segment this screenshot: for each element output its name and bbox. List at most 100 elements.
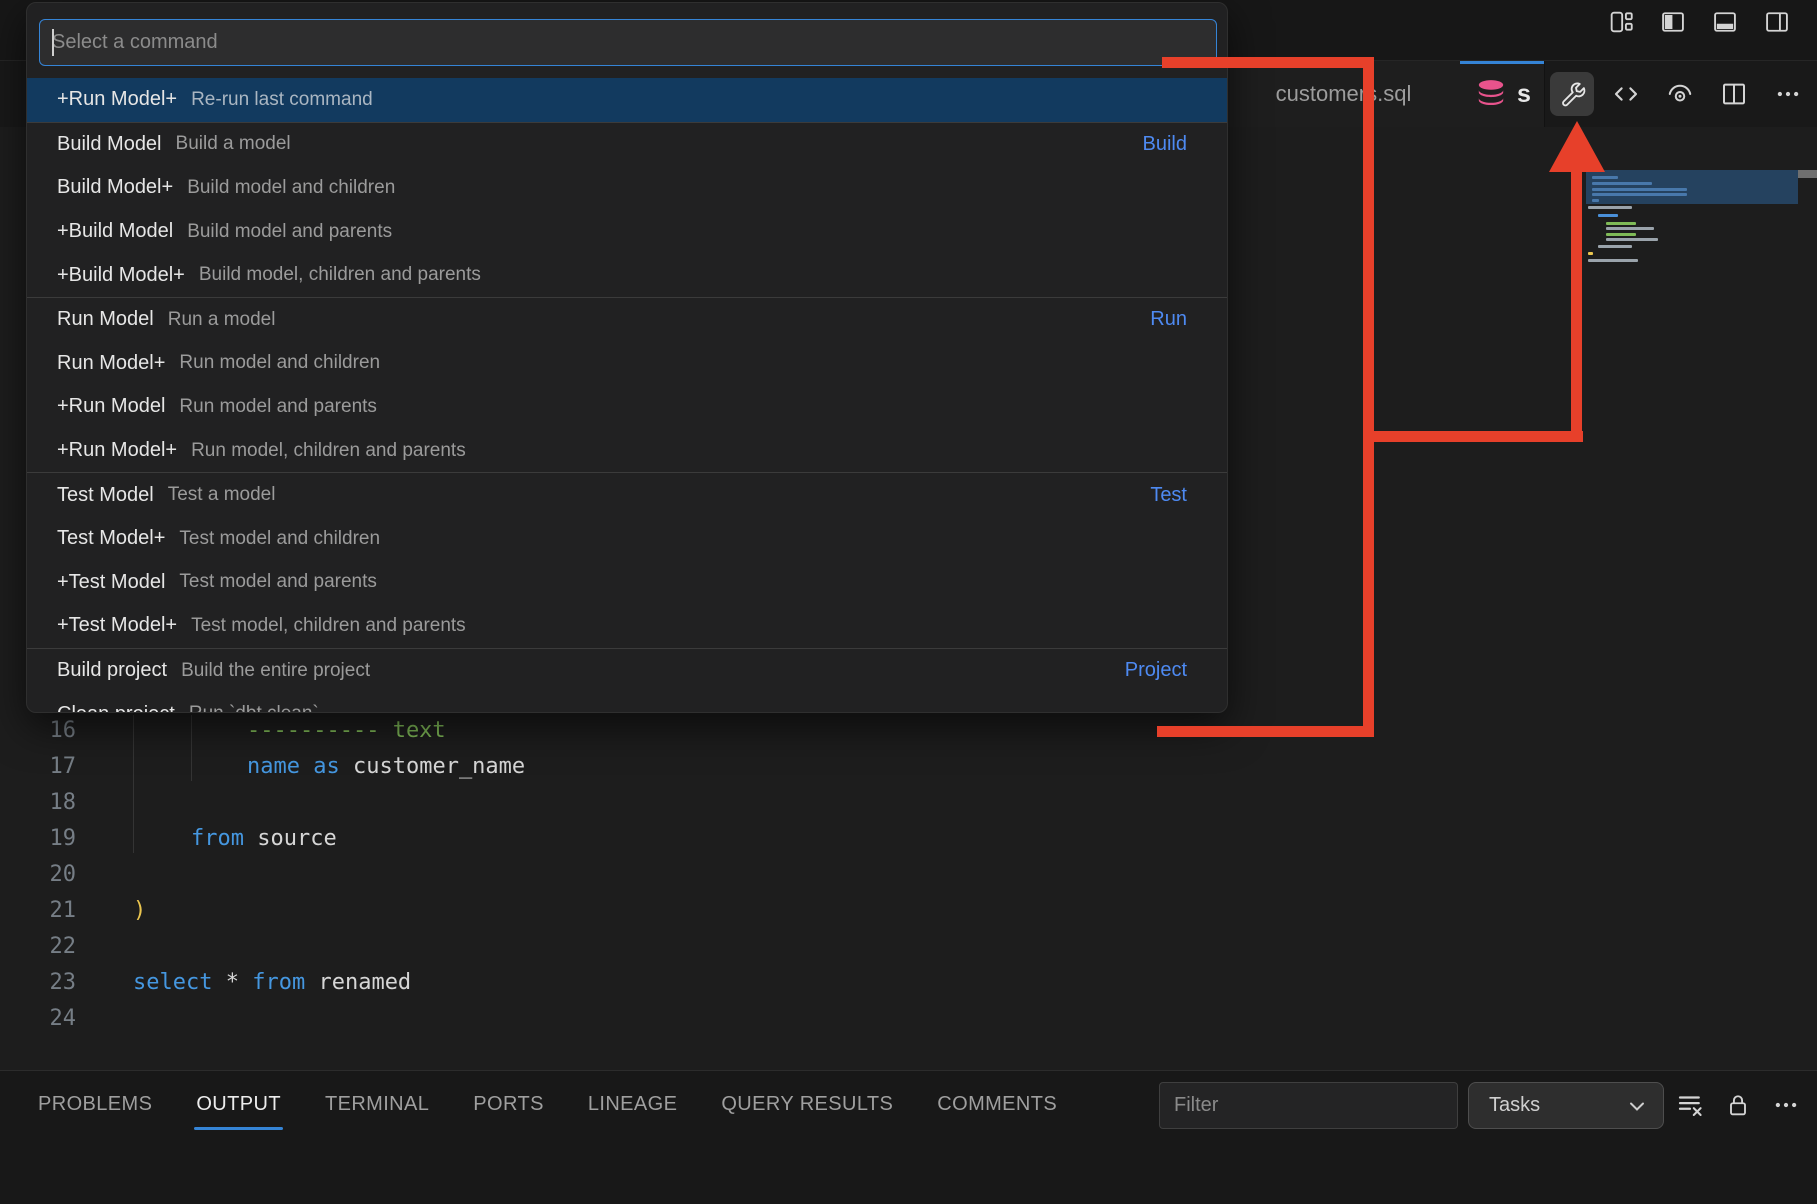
code-token: customer_name bbox=[340, 754, 525, 779]
line-number: 16 bbox=[0, 713, 76, 749]
line-number: 18 bbox=[0, 785, 76, 821]
panel-tab-output[interactable]: OUTPUT bbox=[196, 1093, 281, 1130]
minimap-line bbox=[1606, 233, 1636, 236]
panel-tab-lineage[interactable]: LINEAGE bbox=[588, 1093, 678, 1130]
tab-label-clipped: s bbox=[1517, 80, 1531, 109]
code-line: 18 bbox=[0, 785, 1100, 821]
panel-tab-problems[interactable]: PROBLEMS bbox=[38, 1093, 152, 1130]
command-item[interactable]: +Run Model+ Run model, children and paren… bbox=[27, 429, 1227, 473]
line-number: 17 bbox=[0, 749, 76, 785]
tab-active-sql-file[interactable]: s bbox=[1460, 61, 1545, 127]
command-group-badge: Run bbox=[1150, 308, 1187, 331]
command-description: Test model and children bbox=[179, 528, 380, 550]
tasks-label: Tasks bbox=[1489, 1094, 1625, 1117]
command-description: Test model, children and parents bbox=[191, 615, 466, 637]
command-item[interactable]: +Run Model Run model and parents bbox=[27, 385, 1227, 429]
command-description: Run model and children bbox=[179, 352, 380, 374]
filter-input[interactable] bbox=[1159, 1082, 1458, 1129]
command-description: Build model and parents bbox=[187, 221, 392, 243]
command-item[interactable]: +Build ModelBuild model and parents bbox=[27, 210, 1227, 254]
command-item[interactable]: Test Model+Test model and children bbox=[27, 517, 1227, 561]
command-description: Build model, children and parents bbox=[199, 264, 481, 286]
line-number: 21 bbox=[0, 893, 76, 929]
code-line: 23select * from renamed bbox=[0, 965, 1100, 1001]
panel-tab-query-results[interactable]: QUERY RESULTS bbox=[721, 1093, 893, 1130]
minimap-line bbox=[1598, 245, 1632, 248]
customize-layout-icon[interactable] bbox=[1607, 8, 1635, 36]
code-token bbox=[212, 970, 225, 995]
command-group-badge: Project bbox=[1125, 659, 1187, 682]
tasks-dropdown[interactable]: Tasks bbox=[1468, 1082, 1664, 1129]
code-text: ) bbox=[133, 893, 146, 929]
wrench-button[interactable] bbox=[1550, 72, 1594, 116]
command-item[interactable]: Clean projectRun `dbt clean` bbox=[27, 692, 1227, 713]
code-token: from bbox=[252, 970, 305, 995]
code-button[interactable] bbox=[1604, 72, 1648, 116]
command-description: Build model and children bbox=[187, 177, 395, 199]
more-actions-icon bbox=[1773, 79, 1803, 109]
minimap-line bbox=[1588, 252, 1593, 255]
command-label: Run Model+ bbox=[57, 352, 165, 375]
panel-tab-comments[interactable]: COMMENTS bbox=[937, 1093, 1057, 1130]
command-item[interactable]: +Test Model+Test model, children and par… bbox=[27, 604, 1227, 648]
command-label: +Run Model bbox=[57, 395, 165, 418]
code-text: ---------- text bbox=[247, 713, 446, 749]
code-line: 20 bbox=[0, 857, 1100, 893]
lock-icon[interactable] bbox=[1720, 1085, 1756, 1125]
command-label: Run Model bbox=[57, 308, 154, 331]
more-actions-icon[interactable] bbox=[1768, 1085, 1804, 1125]
command-description: Run model, children and parents bbox=[191, 440, 466, 462]
command-item[interactable]: Build Model+ Build model and children bbox=[27, 166, 1227, 210]
editor-actions-toolbar bbox=[1544, 61, 1810, 127]
code-token bbox=[300, 754, 313, 779]
command-item[interactable]: +Test Model Test model and parents bbox=[27, 561, 1227, 605]
preview-button[interactable] bbox=[1658, 72, 1702, 116]
clear-output-icon[interactable] bbox=[1672, 1085, 1708, 1125]
command-description: Test a model bbox=[168, 484, 276, 506]
minimap-line bbox=[1592, 193, 1687, 196]
command-item[interactable]: Test ModelTest a modelTest bbox=[27, 473, 1227, 517]
code-token: name bbox=[247, 754, 300, 779]
command-list: +Run Model+Re-run last commandBuild Mode… bbox=[27, 78, 1227, 713]
command-description: Test model and parents bbox=[179, 571, 377, 593]
tab-customers-sql[interactable]: customers.sql bbox=[1227, 61, 1461, 127]
command-description: Run model and parents bbox=[179, 396, 377, 418]
command-label: +Test Model bbox=[57, 571, 165, 594]
command-item[interactable]: Run Model+ Run model and children bbox=[27, 342, 1227, 386]
code-token: select bbox=[133, 970, 212, 995]
command-item[interactable]: +Run Model+Re-run last command bbox=[27, 78, 1227, 122]
command-input[interactable] bbox=[39, 19, 1217, 66]
code-icon bbox=[1609, 79, 1643, 109]
line-number: 23 bbox=[0, 965, 76, 1001]
code-token: ) bbox=[133, 898, 146, 923]
panel-tab-terminal[interactable]: TERMINAL bbox=[325, 1093, 429, 1130]
command-label: Build project bbox=[57, 659, 167, 682]
toggle-panel-icon[interactable] bbox=[1711, 8, 1739, 36]
command-description: Build a model bbox=[176, 133, 291, 155]
text-caret bbox=[52, 29, 54, 56]
command-label: Build Model+ bbox=[57, 176, 173, 199]
command-label: +Run Model+ bbox=[57, 439, 177, 462]
annotation-arrow-bottom-segment bbox=[1157, 726, 1374, 737]
command-item[interactable]: +Build Model+Build model, children and p… bbox=[27, 253, 1227, 297]
command-label: Clean project bbox=[57, 703, 175, 713]
command-item[interactable]: Build projectBuild the entire projectPro… bbox=[27, 649, 1227, 693]
panel-tab-ports[interactable]: PORTS bbox=[473, 1093, 544, 1130]
command-item[interactable]: Run Model Run a model Run bbox=[27, 298, 1227, 342]
command-group-badge: Test bbox=[1150, 484, 1187, 507]
minimap[interactable] bbox=[1584, 127, 1800, 947]
split-editor-icon bbox=[1719, 79, 1749, 109]
split-editor-button[interactable] bbox=[1712, 72, 1756, 116]
minimap-line bbox=[1592, 176, 1618, 179]
command-description: Run a model bbox=[168, 309, 276, 331]
toggle-secondary-sidebar-icon[interactable] bbox=[1763, 8, 1791, 36]
command-item[interactable]: Build ModelBuild a modelBuild bbox=[27, 123, 1227, 167]
bottom-panel: PROBLEMS OUTPUT TERMINAL PORTS LINEAGE QUERY … bbox=[0, 1070, 1817, 1204]
line-number: 24 bbox=[0, 1001, 76, 1037]
minimap-viewport[interactable] bbox=[1586, 170, 1798, 204]
minimap-line bbox=[1592, 199, 1599, 202]
editor-scrollbar-thumb[interactable] bbox=[1798, 170, 1817, 178]
vscode-window: customers.sql s 16---------- text17name … bbox=[0, 0, 1817, 1204]
toggle-sidebar-icon[interactable] bbox=[1659, 8, 1687, 36]
more-actions-button[interactable] bbox=[1766, 72, 1810, 116]
